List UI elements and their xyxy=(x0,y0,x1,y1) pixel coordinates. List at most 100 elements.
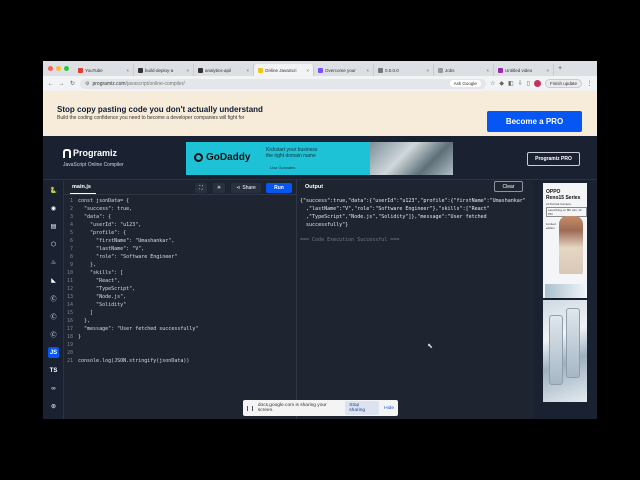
browser-tab[interactable]: build-deploy-a × xyxy=(134,64,194,76)
share-icon: ⋖ xyxy=(236,185,241,191)
finish-update-button[interactable]: Finish update xyxy=(544,79,582,88)
drag-handle-icon[interactable] xyxy=(247,405,253,411)
browser-tab[interactable]: Untitled video × xyxy=(494,64,554,76)
close-window-icon[interactable] xyxy=(48,66,53,71)
hide-button[interactable]: Hide xyxy=(384,406,394,411)
java-icon[interactable]: ♨ xyxy=(48,257,59,268)
cpp-icon[interactable]: Ⓒ xyxy=(48,311,59,322)
editor-header: main.js ⛶ ☀ ⋖ Share Run xyxy=(64,180,296,195)
browser-tab[interactable]: 0.0.0.0 × xyxy=(374,64,434,76)
code-editor: main.js ⛶ ☀ ⋖ Share Run 1 const jsonData= … xyxy=(64,180,297,419)
logo-text: Programiz xyxy=(73,148,118,158)
tab-favicon-icon xyxy=(198,67,203,73)
fullscreen-icon[interactable]: ⛶ xyxy=(195,183,207,193)
code-line: 15 ] xyxy=(64,309,297,317)
tab-close-icon[interactable]: × xyxy=(186,68,189,73)
sidepanel-icon[interactable]: ▯ xyxy=(527,80,530,87)
code-line: 21 console.log(JSON.stringify(jsonData)) xyxy=(64,357,297,365)
godaddy-ad[interactable]: GoDaddy Kickstart your business the right… xyxy=(186,142,453,175)
line-text: ] xyxy=(78,310,94,316)
browser-tab[interactable]: Overcome your × xyxy=(314,64,374,76)
address-bar[interactable]: ⚙ programiz.com/javascript/online-compil… xyxy=(80,78,486,89)
clear-button[interactable]: Clear xyxy=(494,181,523,192)
html-icon[interactable]: ⬡ xyxy=(48,239,59,250)
reload-icon[interactable]: ↻ xyxy=(69,80,76,87)
tab-close-icon[interactable]: × xyxy=(126,68,129,73)
go-icon[interactable]: ∞ xyxy=(48,383,59,394)
tab-close-icon[interactable]: × xyxy=(426,68,429,73)
code-line: 16 }, xyxy=(64,317,297,325)
line-number: 3 xyxy=(69,214,73,220)
r-icon[interactable]: ◉ xyxy=(48,203,59,214)
sql-icon[interactable]: ▤ xyxy=(48,221,59,232)
back-icon[interactable]: ← xyxy=(47,81,54,87)
promo-banner: Stop copy pasting code you don't actuall… xyxy=(43,91,597,136)
line-text: "firstName": "Umashankar", xyxy=(78,238,175,244)
line-number: 14 xyxy=(66,302,73,308)
tabs: YouTube × build-deploy-a × analytics-apil × On… xyxy=(74,61,554,76)
tab-close-icon[interactable]: × xyxy=(486,68,489,73)
line-number: 9 xyxy=(69,262,73,268)
site-info-icon[interactable]: ⚙ xyxy=(85,81,89,87)
typescript-icon[interactable]: TS xyxy=(48,365,59,376)
python-icon[interactable]: 🐍 xyxy=(48,185,59,196)
line-number: 13 xyxy=(66,294,73,300)
programiz-logo[interactable]: Programiz xyxy=(63,148,117,158)
ad-phones-image[interactable] xyxy=(543,300,587,402)
browser-tab[interactable]: Online JavaScri × xyxy=(254,64,314,76)
tab-favicon-icon xyxy=(318,67,323,73)
zoom-window-icon[interactable] xyxy=(64,66,69,71)
swift-icon[interactable]: ⊛ xyxy=(48,401,59,412)
tab-close-icon[interactable]: × xyxy=(246,68,249,73)
ad-photo xyxy=(370,142,453,175)
line-number: 17 xyxy=(66,326,73,332)
code-line: 8 "role": "Software Engineer" xyxy=(64,253,297,261)
line-text: "React", xyxy=(78,278,121,284)
line-text: "role": "Software Engineer" xyxy=(78,254,178,260)
line-text: const jsonData= { xyxy=(78,198,130,204)
download-icon[interactable]: ⇩ xyxy=(518,80,523,87)
oppo-ad[interactable]: OPPO Reno15 Series AI Portrait Camera La… xyxy=(543,183,587,298)
share-button[interactable]: ⋖ Share xyxy=(231,183,261,193)
code-line: 20 xyxy=(64,349,297,357)
extensions-icon[interactable]: ◧ xyxy=(508,80,514,87)
tab-label: Jobs xyxy=(445,67,455,73)
line-number: 10 xyxy=(66,270,73,276)
tab-close-icon[interactable]: × xyxy=(546,68,549,73)
window-controls xyxy=(43,66,74,71)
ad-model-photo xyxy=(559,216,583,274)
run-button[interactable]: Run xyxy=(266,183,292,193)
ad-phone-strip xyxy=(545,284,585,298)
profile-avatar[interactable] xyxy=(533,80,541,87)
theme-toggle-icon[interactable]: ☀ xyxy=(213,183,225,193)
ask-google-button[interactable]: Ask Google xyxy=(449,80,481,87)
programiz-pro-button[interactable]: Programiz PRO xyxy=(527,152,580,166)
become-pro-button[interactable]: Become a PRO xyxy=(487,111,582,132)
code-area[interactable]: 1 const jsonData= {2 "success": true, 3 "d… xyxy=(64,197,297,365)
browser-tab[interactable]: YouTube × xyxy=(74,64,134,76)
minimize-window-icon[interactable] xyxy=(56,66,61,71)
browser-tab[interactable]: analytics-apil × xyxy=(194,64,254,76)
javascript-icon[interactable]: JS xyxy=(48,347,59,358)
new-tab-icon[interactable]: + xyxy=(554,65,566,72)
line-text: "Solidity" xyxy=(78,302,127,308)
toolbar-icons: ☆ ◆ ◧ ⇩ ▯ xyxy=(490,80,530,87)
c-icon[interactable]: Ⓒ xyxy=(48,293,59,304)
line-text: "profile": { xyxy=(78,230,127,236)
menu-icon[interactable]: ⋮ xyxy=(586,80,593,87)
kotlin-icon[interactable]: ◣ xyxy=(48,275,59,286)
browser-tab[interactable]: Jobs × xyxy=(434,64,494,76)
oppo-tag: AI Portrait Camera xyxy=(546,202,571,206)
stop-sharing-button[interactable]: Stop sharing xyxy=(345,401,380,415)
tab-label: 0.0.0.0 xyxy=(385,67,399,73)
tab-favicon-icon xyxy=(378,67,383,73)
line-number: 7 xyxy=(69,246,73,252)
file-tab-main-js[interactable]: main.js xyxy=(72,184,91,190)
bookmark-star-icon[interactable]: ☆ xyxy=(490,80,495,87)
tab-close-icon[interactable]: × xyxy=(306,68,309,73)
extension-icon[interactable]: ◆ xyxy=(499,80,504,87)
csharp-icon[interactable]: Ⓒ xyxy=(48,329,59,340)
code-line: 1 const jsonData= { xyxy=(64,197,297,205)
forward-icon[interactable]: → xyxy=(58,81,65,87)
tab-close-icon[interactable]: × xyxy=(366,68,369,73)
